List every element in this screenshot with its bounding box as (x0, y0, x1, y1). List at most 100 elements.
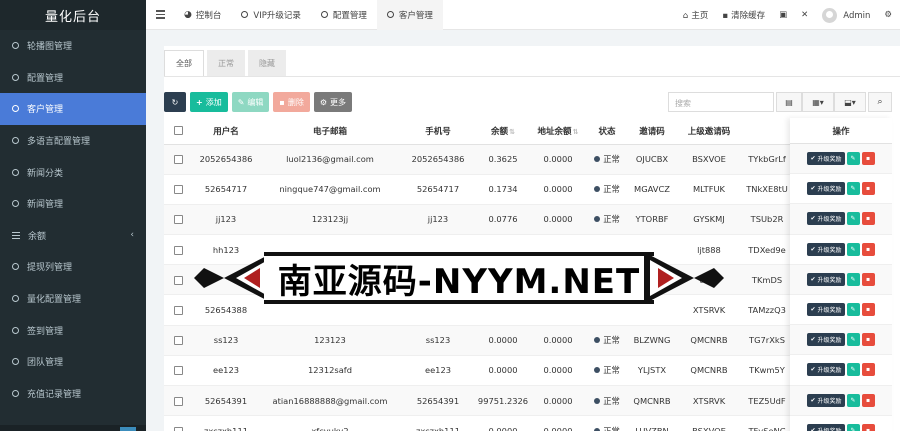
row-edit-button[interactable]: ✎ (846, 303, 860, 317)
row-select-cell[interactable] (164, 234, 192, 266)
search-toggle-button[interactable]: ⌕ (868, 92, 892, 112)
row-checkbox[interactable] (173, 245, 183, 255)
row-edit-button[interactable]: ✎ (846, 333, 860, 347)
row-edit-button[interactable]: ✎ (846, 423, 860, 431)
column-header[interactable]: 电子邮箱 (260, 118, 400, 145)
row-delete-button[interactable]: ▪ (861, 272, 875, 286)
row-select-cell[interactable] (164, 325, 192, 356)
row-delete-button[interactable]: ▪ (861, 182, 875, 196)
sidebar-item-1[interactable]: 轮播图管理 (0, 30, 146, 62)
sort-icon[interactable]: ⇅ (509, 128, 515, 136)
sidebar-item-10[interactable]: 签到管理 (0, 314, 146, 346)
refresh-button[interactable]: ↻ (164, 92, 186, 112)
home-link[interactable]: ⌂ 主页 (683, 9, 708, 21)
upgrade-reward-button[interactable]: ✔升级奖励 (807, 212, 845, 226)
row-delete-button[interactable]: ▪ (861, 393, 875, 407)
menu-toggle-icon[interactable] (146, 10, 174, 19)
select-all-checkbox[interactable] (173, 125, 183, 135)
fullscreen-icon[interactable]: ✕ (801, 10, 808, 20)
more-button[interactable]: ⚙ 更多 (313, 92, 352, 112)
sidebar-item-5[interactable]: 新闻分类 (0, 156, 146, 188)
column-header[interactable]: 邀请码 (628, 118, 676, 145)
column-header[interactable]: 用户名 (192, 118, 260, 145)
column-header[interactable]: 地址余额⇅ (530, 118, 586, 145)
upgrade-reward-button[interactable]: ✔升级奖励 (807, 393, 845, 407)
row-select-cell[interactable] (164, 294, 192, 326)
sidebar-item-3[interactable]: 客户管理 (0, 93, 146, 125)
row-select-cell[interactable] (164, 204, 192, 236)
row-delete-button[interactable]: ▪ (861, 333, 875, 347)
nav-tab-4[interactable]: 客户管理 (376, 0, 443, 30)
settings-gear-icon[interactable]: ⚙ (884, 10, 892, 20)
nav-tab-1[interactable]: ◕ 控制台 (174, 0, 231, 30)
nav-tab-3[interactable]: 配置管理 (311, 0, 377, 30)
delete-button[interactable]: ▪ 删除 (273, 92, 310, 112)
sidebar-item-7[interactable]: 余额 ‹ (0, 220, 146, 252)
select-all-cell[interactable] (164, 118, 192, 145)
toggle-card-view-button[interactable]: ▤ (776, 92, 802, 112)
row-checkbox[interactable] (173, 215, 183, 225)
row-checkbox[interactable] (173, 366, 183, 376)
column-header[interactable]: 上级邀请码 (676, 118, 742, 145)
sidebar-item-12[interactable]: 充值记录管理 (0, 378, 146, 410)
column-header[interactable]: 状态 (586, 118, 628, 145)
row-delete-button[interactable]: ▪ (861, 303, 875, 317)
row-select-cell[interactable] (164, 355, 192, 387)
row-delete-button[interactable]: ▪ (861, 423, 875, 431)
filter-tab-2[interactable]: 正常 (207, 50, 245, 76)
row-edit-button[interactable]: ✎ (846, 182, 860, 196)
row-select-cell[interactable] (164, 415, 192, 431)
upgrade-reward-button[interactable]: ✔升级奖励 (807, 272, 845, 286)
row-select-cell[interactable] (164, 144, 192, 175)
edit-button[interactable]: ✎ 编辑 (231, 92, 270, 112)
table-cell (530, 294, 586, 326)
row-edit-button[interactable]: ✎ (846, 393, 860, 407)
sidebar-item-11[interactable]: 团队管理 (0, 346, 146, 378)
sidebar-item-6[interactable]: 新闻管理 (0, 188, 146, 220)
search-input[interactable]: 搜索 (668, 92, 774, 112)
row-select-cell[interactable] (164, 174, 192, 205)
upgrade-reward-button[interactable]: ✔升级奖励 (807, 242, 845, 256)
clear-cache-button[interactable]: ▪ 清除缓存 (722, 9, 765, 21)
row-edit-button[interactable]: ✎ (846, 242, 860, 256)
upgrade-reward-button[interactable]: ✔升级奖励 (807, 363, 845, 377)
row-checkbox[interactable] (173, 155, 183, 165)
sort-icon[interactable]: ⇅ (573, 128, 579, 136)
sidebar-item-4[interactable]: 多语言配置管理 (0, 125, 146, 157)
nav-tab-2[interactable]: VIP升级记录 (231, 0, 310, 30)
row-edit-button[interactable]: ✎ (846, 152, 860, 166)
column-header[interactable]: 手机号 (400, 118, 476, 145)
sidebar-item-9[interactable]: 量化配置管理 (0, 283, 146, 315)
upgrade-reward-button[interactable]: ✔升级奖励 (807, 333, 845, 347)
upgrade-reward-button[interactable]: ✔升级奖励 (807, 303, 845, 317)
upgrade-reward-button[interactable]: ✔升级奖励 (807, 182, 845, 196)
row-checkbox[interactable] (173, 275, 183, 285)
filter-tab-1[interactable]: 全部 (164, 50, 204, 76)
row-edit-button[interactable]: ✎ (846, 212, 860, 226)
sidebar-item-8[interactable]: 提现列管理 (0, 251, 146, 283)
sidebar-item-2[interactable]: 配置管理 (0, 62, 146, 94)
row-delete-button[interactable]: ▪ (861, 363, 875, 377)
language-icon[interactable]: ▣ (779, 10, 787, 20)
row-checkbox[interactable] (173, 185, 183, 195)
row-edit-button[interactable]: ✎ (846, 272, 860, 286)
column-header[interactable] (742, 118, 792, 145)
row-checkbox[interactable] (173, 336, 183, 346)
row-checkbox[interactable] (173, 396, 183, 406)
column-header[interactable]: 余额⇅ (476, 118, 530, 145)
row-checkbox[interactable] (173, 426, 183, 431)
columns-button[interactable]: ▦▾ (802, 92, 834, 112)
add-button[interactable]: + 添加 (190, 92, 228, 112)
row-delete-button[interactable]: ▪ (861, 242, 875, 256)
row-select-cell[interactable] (164, 264, 192, 296)
user-menu[interactable]: Admin (822, 7, 870, 23)
row-delete-button[interactable]: ▪ (861, 212, 875, 226)
upgrade-reward-button[interactable]: ✔升级奖励 (807, 423, 845, 431)
upgrade-reward-button[interactable]: ✔升级奖励 (807, 152, 845, 166)
row-select-cell[interactable] (164, 385, 192, 417)
filter-tab-3[interactable]: 隐藏 (248, 50, 286, 76)
row-checkbox[interactable] (173, 306, 183, 316)
row-delete-button[interactable]: ▪ (861, 152, 875, 166)
export-button[interactable]: ⬓▾ (834, 92, 866, 112)
row-edit-button[interactable]: ✎ (846, 363, 860, 377)
